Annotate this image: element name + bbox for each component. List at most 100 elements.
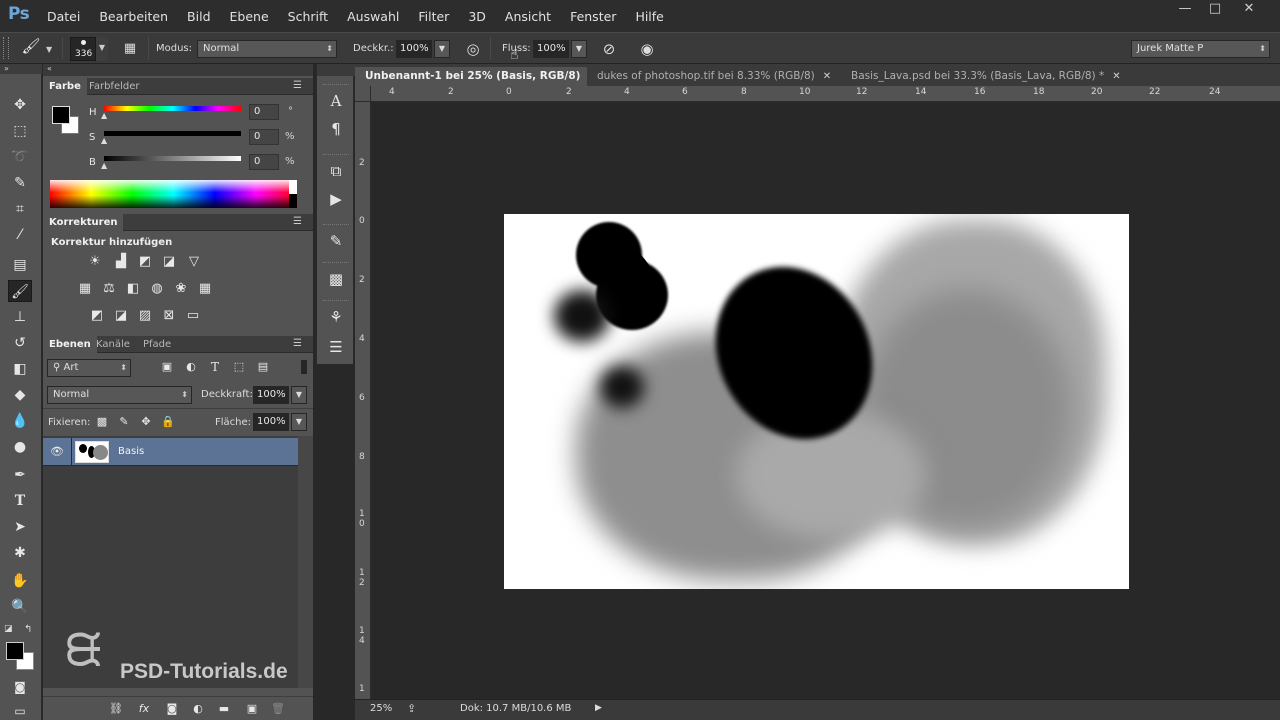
stamp-tool-icon[interactable]: ⊥: [8, 306, 32, 328]
brush-tool-icon[interactable]: 🖌: [8, 280, 32, 302]
mode-select[interactable]: Normal ⬍: [197, 40, 337, 58]
healing-brush-tool-icon[interactable]: ▤: [8, 254, 32, 276]
fx-icon[interactable]: fx: [135, 701, 153, 717]
color-balance-icon[interactable]: ⚖: [100, 281, 118, 297]
foreground-color-swatch[interactable]: [6, 642, 24, 660]
channel-mixer-icon[interactable]: ❀: [172, 281, 190, 297]
quick-mask-icon[interactable]: ◙: [8, 676, 32, 698]
chevron-down-icon[interactable]: ▼: [46, 45, 52, 54]
menu-item-ansicht[interactable]: Ansicht: [505, 9, 551, 24]
brush-panel-toggle-icon[interactable]: ▦: [120, 39, 140, 59]
flow-input[interactable]: 100%: [533, 40, 569, 58]
pen-tool-icon[interactable]: ✒: [8, 464, 32, 486]
brush-picker-dropdown[interactable]: ▼: [96, 37, 108, 61]
levels-icon[interactable]: ▟: [112, 254, 130, 270]
hand-tool-icon[interactable]: ✋: [8, 570, 32, 592]
eye-icon[interactable]: 👁: [50, 445, 64, 458]
menu-item-auswahl[interactable]: Auswahl: [347, 9, 399, 24]
hue-slider[interactable]: [104, 106, 241, 111]
workspace-select[interactable]: Jurek Matte P ⬍: [1131, 40, 1270, 58]
swap-colors-icon[interactable]: ↰: [24, 624, 32, 635]
move-tool-icon[interactable]: ✥: [8, 94, 32, 116]
new-adjustment-icon[interactable]: ◐: [189, 701, 207, 717]
layer-opacity-dropdown[interactable]: ▼: [291, 386, 307, 404]
path-selection-tool-icon[interactable]: ➤: [8, 516, 32, 538]
type-tool-icon[interactable]: T: [8, 490, 32, 512]
panel-menu-icon[interactable]: ☰: [293, 216, 302, 227]
brightness-contrast-icon[interactable]: ☀: [86, 254, 104, 270]
tab-ebenen[interactable]: Ebenen: [43, 336, 97, 353]
export-icon[interactable]: ⇪: [407, 702, 416, 715]
shape-tool-icon[interactable]: ✱: [8, 542, 32, 564]
character-panel-icon[interactable]: A: [324, 90, 348, 112]
spectrum-black-swatch[interactable]: [289, 194, 297, 208]
layer-opacity-input[interactable]: 100%: [253, 386, 289, 404]
slider-thumb-icon[interactable]: ▲: [101, 111, 107, 120]
saturation-value[interactable]: 0: [249, 129, 279, 145]
color-lookup-icon[interactable]: ▦: [196, 281, 214, 297]
slider-thumb-icon[interactable]: ▲: [101, 161, 107, 170]
tab-document-1[interactable]: Unbenannt-1 bei 25% (Basis, RGB/8) *✕: [355, 67, 587, 101]
brush-presets-icon[interactable]: ✎: [324, 230, 348, 252]
default-colors-icon[interactable]: ◪: [4, 624, 13, 634]
expand-tools-icon[interactable]: »: [0, 64, 42, 74]
tab-kanaele[interactable]: Kanäle: [90, 336, 136, 353]
crop-tool-icon[interactable]: ⌗: [8, 198, 32, 220]
zoom-tool-icon[interactable]: 🔍: [8, 596, 32, 618]
add-mask-icon[interactable]: ◙: [163, 701, 181, 717]
panel-menu-icon[interactable]: ☰: [293, 80, 302, 91]
tab-document-2[interactable]: dukes of photoshop.tif bei 8.33% (RGB/8)…: [587, 67, 841, 86]
close-button[interactable]: ✕: [1234, 0, 1264, 18]
trash-icon[interactable]: 🗑: [269, 701, 287, 717]
collapse-icon[interactable]: «: [47, 64, 52, 73]
minimize-button[interactable]: —: [1170, 0, 1200, 18]
screen-mode-icon[interactable]: ▭: [8, 700, 32, 720]
new-layer-icon[interactable]: ▣: [243, 701, 261, 717]
threshold-icon[interactable]: ▨: [136, 308, 154, 324]
slider-thumb-icon[interactable]: ▲: [101, 136, 107, 145]
flow-dropdown[interactable]: ▼: [571, 40, 587, 58]
dock-grip[interactable]: [323, 300, 349, 304]
opacity-input[interactable]: 100%: [396, 40, 432, 58]
filter-type-icon[interactable]: T: [206, 359, 224, 375]
filter-toggle[interactable]: [301, 360, 307, 374]
vibrance-icon[interactable]: ▽: [185, 254, 203, 270]
menu-item-fenster[interactable]: Fenster: [570, 9, 616, 24]
lock-position-icon[interactable]: ✥: [137, 414, 155, 430]
foreground-swatch[interactable]: [52, 106, 70, 124]
gradient-map-icon[interactable]: ▭: [184, 308, 202, 324]
dock-grip[interactable]: [323, 224, 349, 228]
airbrush-icon[interactable]: ⊘: [598, 38, 620, 60]
saturation-slider[interactable]: [104, 131, 241, 136]
layer-blend-mode-select[interactable]: Normal ⬍: [47, 386, 192, 404]
brightness-slider[interactable]: [104, 156, 241, 161]
tab-korrekturen[interactable]: Korrekturen: [43, 214, 124, 231]
brush-tool-preset-icon[interactable]: 🖌: [20, 37, 42, 59]
color-spectrum-bar[interactable]: [50, 180, 297, 208]
menu-item-hilfe[interactable]: Hilfe: [635, 9, 663, 24]
lasso-tool-icon[interactable]: ➰: [8, 146, 32, 168]
lock-transparency-icon[interactable]: ▩: [93, 414, 111, 430]
filter-smart-object-icon[interactable]: ▤: [254, 359, 272, 375]
tab-farbe[interactable]: Farbe: [43, 78, 87, 95]
layers-scrollbar[interactable]: [298, 436, 313, 688]
lock-all-icon[interactable]: 🔒: [159, 414, 177, 430]
fill-input[interactable]: 100%: [253, 413, 289, 431]
blur-tool-icon[interactable]: 💧: [8, 410, 32, 432]
posterize-icon[interactable]: ◪: [112, 308, 130, 324]
status-menu-arrow-icon[interactable]: ▶: [595, 703, 602, 713]
close-tab-icon[interactable]: ✕: [1112, 71, 1120, 82]
dock-grip[interactable]: [323, 262, 349, 266]
document-canvas[interactable]: [504, 214, 1129, 589]
new-group-icon[interactable]: ▬: [215, 701, 233, 717]
history-panel-icon[interactable]: ⧉: [324, 160, 348, 182]
fill-dropdown[interactable]: ▼: [291, 413, 307, 431]
tab-pfade[interactable]: Pfade: [137, 336, 177, 353]
dock-grip[interactable]: [323, 154, 349, 158]
menu-item-3d[interactable]: 3D: [468, 9, 486, 24]
dock-grip[interactable]: [323, 84, 349, 88]
brush-size-picker[interactable]: 336: [70, 37, 96, 61]
eyedropper-tool-icon[interactable]: ⁄: [8, 224, 32, 246]
invert-icon[interactable]: ◩: [88, 308, 106, 324]
marquee-tool-icon[interactable]: ⬚: [8, 120, 32, 142]
